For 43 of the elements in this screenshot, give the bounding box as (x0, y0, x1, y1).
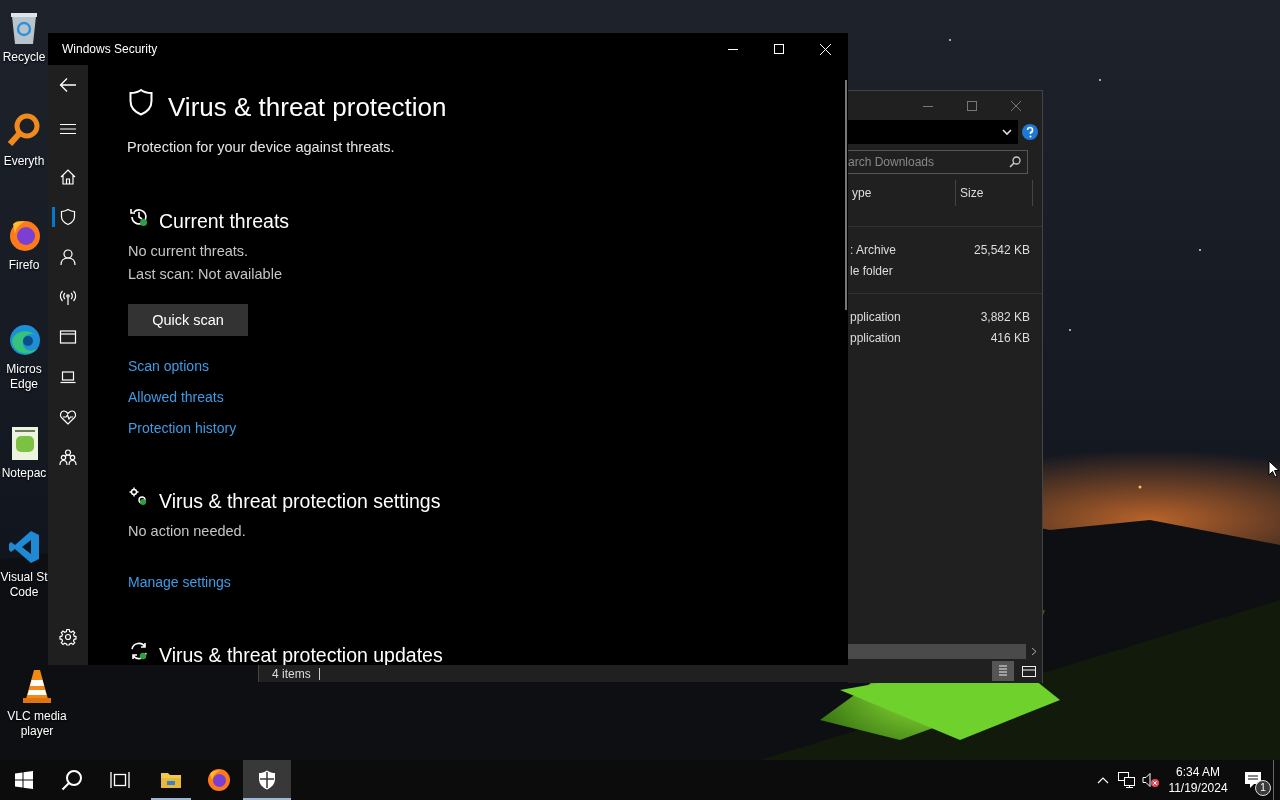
desktop-shortcut[interactable]: Micros Edge (0, 320, 48, 392)
column-header[interactable]: Size (956, 180, 1033, 206)
file-size: 416 KB (989, 330, 1030, 345)
file-type: le folder (849, 263, 894, 278)
desktop-shortcut[interactable]: Firefo (0, 216, 48, 273)
link[interactable]: Protection history (128, 418, 237, 438)
status-text: No action needed. (128, 522, 247, 541)
traffic-cone-icon (20, 667, 54, 705)
help-icon[interactable] (1022, 124, 1038, 140)
file-type: pplication (849, 330, 902, 345)
page-subtitle: Protection for your device against threats. (127, 138, 396, 157)
file-type: : Archive (849, 242, 898, 257)
section-title: Virus & threat protection updates (159, 642, 443, 665)
file-size: 3,882 KB (979, 309, 1030, 324)
scroll-right-icon[interactable] (1031, 647, 1037, 656)
shield-icon[interactable] (243, 760, 291, 800)
desktop-shortcut[interactable]: VLC media player (0, 667, 74, 739)
link[interactable]: Scan options (128, 356, 209, 376)
status-text: No current threats. (128, 242, 250, 261)
search-field[interactable]: arch Downloads (848, 150, 1028, 174)
clock[interactable]: 6:34 AM 11/19/2024 (1167, 764, 1229, 796)
quick-scan-button[interactable]: Quick scan (128, 304, 248, 336)
link[interactable]: Manage settings (128, 572, 231, 592)
code-editor-icon (7, 528, 41, 566)
cursor-icon (1268, 460, 1280, 478)
desktop-shortcut[interactable]: Visual St Code (0, 528, 48, 600)
status-text: Last scan: Not available (128, 265, 283, 284)
file-type: pplication (849, 309, 902, 324)
page-title: Virus & threat protection (168, 90, 447, 124)
desktop-shortcut[interactable]: Everyth (0, 112, 48, 169)
search-icon[interactable] (1009, 156, 1021, 168)
item-count: 4 items (259, 667, 320, 680)
window-title: Windows Security (61, 42, 159, 56)
section-title: Virus & threat protection settings (159, 488, 441, 514)
desktop-shortcut[interactable]: Recycle (0, 8, 48, 65)
notification-center-button[interactable]: 1 (1233, 760, 1273, 800)
section-title: Current threats (159, 208, 290, 234)
file-size: 25,542 KB (972, 242, 1030, 257)
desktop-shortcut[interactable]: Notepac (0, 424, 48, 481)
scrollbar[interactable] (845, 80, 847, 310)
chevron-icon[interactable] (1002, 128, 1012, 136)
link[interactable]: Allowed threats (128, 387, 224, 407)
scrollbar[interactable] (848, 644, 1026, 659)
